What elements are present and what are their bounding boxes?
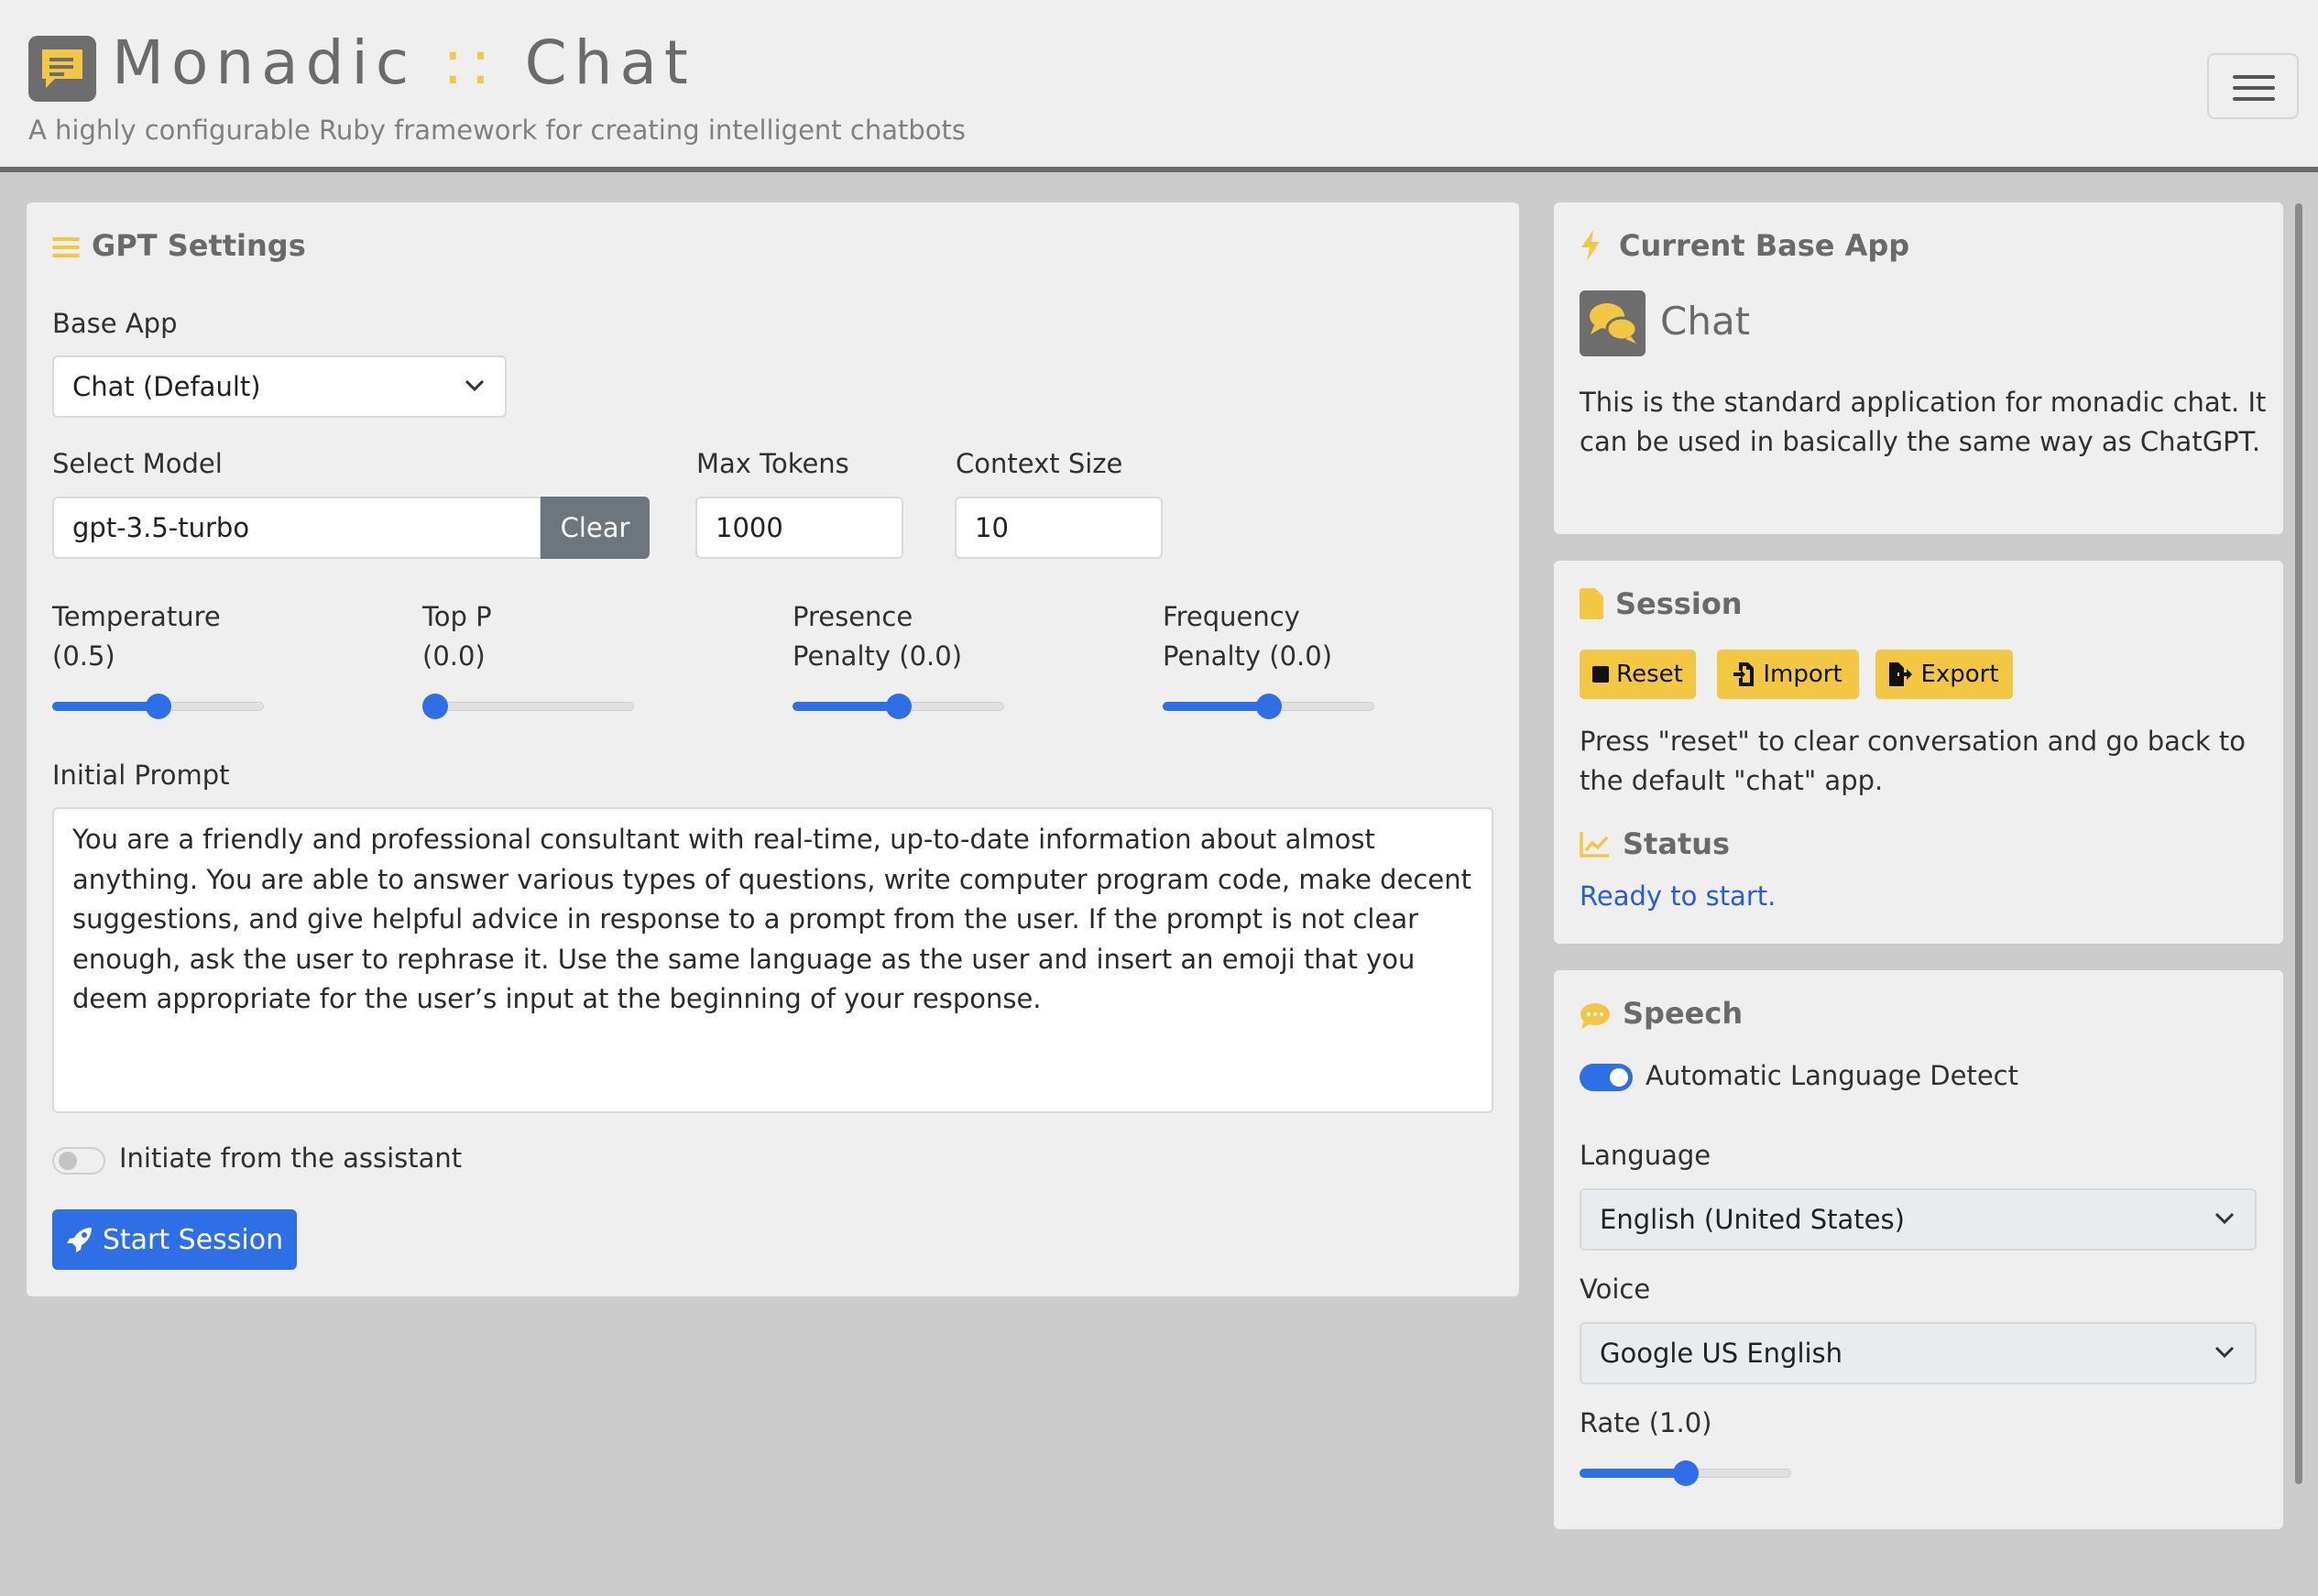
select-model-label: Select Model xyxy=(52,448,223,479)
voice-value: Google US English xyxy=(1600,1338,1843,1369)
temperature-slider[interactable] xyxy=(52,692,264,721)
comments-icon xyxy=(1580,290,1646,356)
initial-prompt-label: Initial Prompt xyxy=(52,760,230,791)
presence-penalty-slider[interactable] xyxy=(793,692,1004,721)
rocket-icon xyxy=(66,1228,92,1252)
clear-model-button[interactable]: Clear xyxy=(541,497,650,559)
auto-language-label: Automatic Language Detect xyxy=(1646,1060,2018,1091)
current-base-app-title: Current Base App xyxy=(1619,228,1910,263)
hamburger-icon-bar xyxy=(2233,86,2275,90)
status-text: Ready to start. xyxy=(1580,880,1777,912)
bars-icon xyxy=(52,237,80,257)
presence-penalty-label: Presence Penalty (0.0) xyxy=(793,601,963,672)
file-export-icon xyxy=(1889,662,1913,686)
base-app-label: Base App xyxy=(52,308,178,339)
session-note: Press "reset" to clear conversation and … xyxy=(1580,726,2247,796)
hamburger-icon xyxy=(2233,75,2275,79)
import-label: Import xyxy=(1763,661,1842,688)
initial-prompt-textarea[interactable]: You are a friendly and professional cons… xyxy=(52,807,1493,1113)
reset-button[interactable]: Reset xyxy=(1580,650,1696,699)
auto-language-toggle[interactable] xyxy=(1580,1064,1633,1091)
bolt-icon xyxy=(1581,230,1600,261)
current-app-description: This is the standard application for mon… xyxy=(1580,387,2267,457)
max-tokens-label: Max Tokens xyxy=(696,448,849,479)
model-value: gpt-3.5-turbo xyxy=(72,512,250,543)
context-size-label: Context Size xyxy=(956,448,1123,479)
top-p-slider[interactable] xyxy=(422,692,634,721)
gpt-settings-panel: GPT Settings Base App Chat (Default) Sel… xyxy=(27,202,1519,1296)
file-icon xyxy=(1580,588,1603,619)
model-input[interactable]: gpt-3.5-turbo xyxy=(52,497,541,559)
rate-slider[interactable] xyxy=(1580,1459,1791,1488)
voice-label: Voice xyxy=(1580,1274,1651,1305)
reset-label: Reset xyxy=(1616,661,1683,688)
top-p-label: Top P (0.0) xyxy=(422,601,492,672)
import-button[interactable]: Import xyxy=(1717,650,1859,699)
app-title: Monadic :: Chat xyxy=(112,27,695,98)
chevron-down-icon xyxy=(2214,1212,2235,1225)
voice-select[interactable]: Google US English xyxy=(1580,1322,2257,1384)
frequency-penalty-label: Frequency Penalty (0.0) xyxy=(1163,601,1333,672)
rate-label: Rate (1.0) xyxy=(1580,1407,1712,1438)
chat-bubble-icon xyxy=(28,36,96,102)
base-app-value: Chat (Default) xyxy=(72,371,261,402)
frequency-penalty-slider[interactable] xyxy=(1163,692,1374,721)
session-title: Session xyxy=(1615,586,1743,621)
current-app-name: Chat xyxy=(1660,299,1751,344)
chevron-down-icon xyxy=(465,379,485,392)
gpt-settings-title: GPT Settings xyxy=(92,228,306,263)
initiate-label: Initiate from the assistant xyxy=(119,1142,463,1174)
language-label: Language xyxy=(1580,1140,1711,1171)
start-session-label: Start Session xyxy=(102,1223,284,1256)
speech-title: Speech xyxy=(1623,996,1744,1031)
language-select[interactable]: English (United States) xyxy=(1580,1188,2257,1251)
hamburger-icon-bar xyxy=(2233,97,2275,101)
chart-line-icon xyxy=(1580,832,1609,858)
language-value: English (United States) xyxy=(1600,1204,1905,1235)
app-header: Monadic :: Chat A highly configurable Ru… xyxy=(0,0,2318,172)
hamburger-menu-button[interactable] xyxy=(2207,53,2299,119)
page-scrollbar[interactable] xyxy=(2295,203,2302,1484)
max-tokens-value: 1000 xyxy=(716,512,783,543)
stop-icon xyxy=(1592,666,1610,683)
file-import-icon xyxy=(1733,662,1755,686)
comment-dots-icon xyxy=(1580,1003,1610,1029)
start-session-button[interactable]: Start Session xyxy=(52,1209,297,1270)
export-label: Export xyxy=(1920,661,1999,688)
export-button[interactable]: Export xyxy=(1875,650,2013,699)
speech-panel: Speech Automatic Language Detect Languag… xyxy=(1554,970,2283,1529)
current-base-app-panel: Current Base App Chat This is the standa… xyxy=(1554,202,2283,534)
context-size-value: 10 xyxy=(975,512,1009,543)
session-panel: Session Reset Import Export Press "reset… xyxy=(1554,561,2283,944)
base-app-select[interactable]: Chat (Default) xyxy=(52,355,507,418)
temperature-label: Temperature (0.5) xyxy=(52,601,221,672)
max-tokens-input[interactable]: 1000 xyxy=(695,497,903,559)
initiate-toggle[interactable] xyxy=(52,1147,105,1175)
chevron-down-icon xyxy=(2214,1346,2235,1359)
status-title: Status xyxy=(1623,826,1731,861)
context-size-input[interactable]: 10 xyxy=(955,497,1163,559)
app-subtitle: A highly configurable Ruby framework for… xyxy=(28,115,966,146)
